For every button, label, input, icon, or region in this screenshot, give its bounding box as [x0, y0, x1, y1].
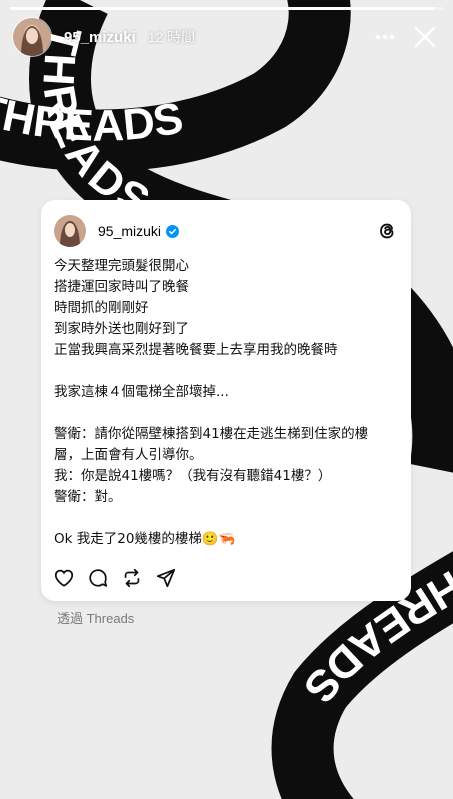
post-line [54, 361, 398, 382]
post-line: 層，上面會有人引導你。 [54, 447, 203, 463]
post-line: Ok 我走了20幾樓的樓梯🙂🦐 [54, 531, 236, 547]
post-line: 我家這棟４個電梯全部壞掉... [54, 384, 229, 400]
post-line: 時間抓的剛剛好 [54, 300, 149, 316]
share-icon[interactable] [154, 566, 178, 590]
post-line: 警衛：對。 [54, 489, 122, 505]
story-username[interactable]: 95_mizuki [64, 29, 136, 46]
story-avatar[interactable] [12, 17, 52, 57]
post-line [54, 508, 398, 529]
story-timestamp: 12 時間 [147, 29, 196, 45]
post-line: 搭捷運回家時叫了晚餐 [54, 279, 189, 295]
post-line: 警衛：請你從隔壁棟搭到41樓在走逃生梯到住家的樓 [54, 426, 369, 442]
post-actions [52, 566, 188, 590]
threads-logo-icon[interactable] [376, 220, 398, 242]
post-line: 我：你是說41樓嗎？（我有沒有聽錯41樓？） [54, 468, 332, 484]
story-header: 95_mizuki 12 時間 [12, 17, 441, 57]
verified-badge-icon [166, 224, 180, 238]
threads-post-card[interactable]: 95_mizuki 今天整理完頭髮很開心 搭捷運回家時叫了晚餐 時間抓的剛剛好 … [41, 200, 411, 601]
more-icon[interactable] [369, 21, 401, 53]
comment-icon[interactable] [86, 566, 110, 590]
post-header: 95_mizuki [54, 214, 398, 248]
post-text: 今天整理完頭髮很開心 搭捷運回家時叫了晚餐 時間抓的剛剛好 到家時外送也剛好到了… [54, 256, 398, 550]
via-threads-label[interactable]: 透過 Threads [57, 608, 134, 627]
post-avatar[interactable] [54, 215, 86, 247]
heart-icon[interactable] [52, 566, 76, 590]
post-line: 到家時外送也剛好到了 [54, 321, 189, 337]
post-username[interactable]: 95_mizuki [98, 223, 161, 239]
post-line: 正當我興高采烈提著晚餐要上去享用我的晚餐時 [54, 342, 338, 358]
repost-icon[interactable] [120, 566, 144, 590]
post-line [54, 403, 398, 424]
post-line: 今天整理完頭髮很開心 [54, 258, 189, 274]
story-progress-bar [10, 7, 443, 10]
story-progress-fill [10, 7, 435, 10]
close-icon[interactable] [409, 21, 441, 53]
